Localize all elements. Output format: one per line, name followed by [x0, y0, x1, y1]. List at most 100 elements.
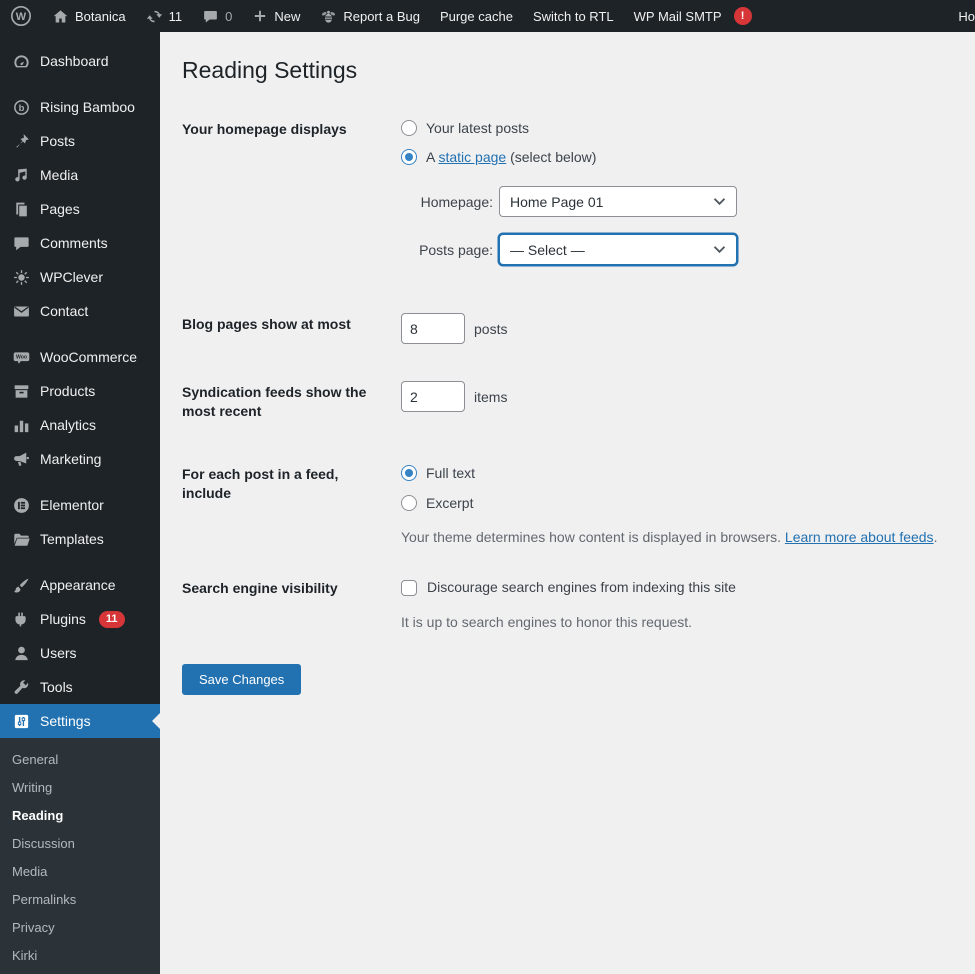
discourage-indexing-checkbox[interactable] [401, 579, 417, 596]
chevron-down-icon [713, 245, 726, 254]
submenu-item-reading[interactable]: Reading [0, 802, 160, 830]
sidebar-item-users[interactable]: Users [0, 636, 160, 670]
posts-page-select[interactable]: — Select — [499, 234, 737, 266]
howdy-label: Ho [958, 8, 975, 24]
sidebar-item-elementor[interactable]: Elementor [0, 488, 160, 522]
sidebar-item-appearance[interactable]: Appearance [0, 568, 160, 602]
static-page-link[interactable]: static page [438, 149, 506, 165]
feed-items-input[interactable] [401, 381, 465, 413]
blog-pages-label: Blog pages show at most [182, 316, 351, 333]
purge-cache-menu[interactable]: Purge cache [430, 0, 523, 32]
save-changes-button[interactable]: Save Changes [182, 664, 302, 696]
chevron-down-icon [713, 197, 726, 206]
page-title: Reading Settings [182, 57, 358, 83]
submenu-item-general[interactable]: General [0, 746, 160, 774]
admin-sidebar: Dashboard b Rising Bamboo Posts Media Pa… [0, 32, 160, 974]
search-visibility-description: It is up to search engines to honor this… [401, 613, 693, 630]
sidebar-item-label: Rising Bamboo [40, 99, 135, 115]
submenu-item-writing[interactable]: Writing [0, 774, 160, 802]
excerpt-label: Excerpt [426, 494, 474, 511]
megaphone-icon [11, 449, 31, 469]
submenu-item-permalinks[interactable]: Permalinks [0, 886, 160, 914]
site-name-label: Botanica [75, 8, 126, 24]
sidebar-item-label: Comments [40, 235, 108, 251]
submenu-item-media[interactable]: Media [0, 858, 160, 886]
elementor-icon [11, 495, 31, 515]
sidebar-item-label: Products [40, 383, 96, 399]
sidebar-item-contact[interactable]: Contact [0, 294, 160, 328]
sidebar-item-label: Tools [40, 679, 73, 695]
comments-menu[interactable]: 0 [192, 0, 242, 32]
wordpress-logo-icon: W [10, 5, 32, 27]
feed-include-label: For each post in a feed, include [182, 466, 339, 502]
site-name-menu[interactable]: Botanica [42, 0, 136, 32]
sidebar-item-label: Plugins [40, 611, 86, 627]
wrench-icon [11, 677, 31, 697]
homepage-select[interactable]: Home Page 01 [499, 186, 737, 218]
sidebar-item-label: Users [40, 645, 77, 661]
comment-bubble-icon [202, 8, 219, 25]
search-visibility-row: Search engine visibility Discourage sear… [182, 577, 953, 632]
sidebar-item-marketing[interactable]: Marketing [0, 442, 160, 476]
static-page-radio[interactable] [401, 149, 417, 166]
full-text-option[interactable]: Full text [401, 463, 953, 483]
lightbulb-icon [11, 267, 31, 287]
sidebar-item-analytics[interactable]: Analytics [0, 408, 160, 442]
submenu-item-kirki[interactable]: Kirki [0, 942, 160, 970]
search-visibility-label: Search engine visibility [182, 580, 338, 597]
sidebar-item-label: Analytics [40, 417, 97, 433]
wp-logo-menu[interactable]: W [0, 0, 42, 32]
howdy-menu[interactable]: Ho [948, 0, 975, 32]
items-suffix: items [474, 388, 508, 405]
plugins-update-badge: 11 [98, 610, 125, 628]
latest-posts-option[interactable]: Your latest posts [401, 118, 953, 138]
sidebar-item-dashboard[interactable]: Dashboard [0, 44, 160, 78]
sidebar-item-label: Contact [40, 303, 89, 319]
submenu-item-discussion[interactable]: Discussion [0, 830, 160, 858]
updates-menu[interactable]: 11 [136, 0, 193, 32]
sidebar-item-label: Posts [40, 133, 76, 149]
excerpt-option[interactable]: Excerpt [401, 493, 953, 513]
wp-mail-smtp-label: WP Mail SMTP [633, 8, 722, 24]
blog-pages-row: Blog pages show at most posts [182, 313, 953, 345]
learn-more-feeds-link[interactable]: Learn more about feeds [785, 529, 934, 545]
sidebar-item-label: WooCommerce [40, 349, 137, 365]
feed-description: Your theme determines how content is dis… [401, 528, 938, 545]
sidebar-item-rising-bamboo[interactable]: b Rising Bamboo [0, 90, 160, 124]
sidebar-item-tools[interactable]: Tools [0, 670, 160, 704]
sidebar-item-plugins[interactable]: Plugins 11 [0, 602, 160, 636]
updates-icon [146, 8, 163, 25]
discourage-indexing-option[interactable]: Discourage search engines from indexing … [401, 577, 953, 597]
new-label: New [274, 8, 301, 24]
svg-text:b: b [18, 103, 24, 114]
sidebar-item-posts[interactable]: Posts [0, 124, 160, 158]
folder-icon [11, 529, 31, 549]
posts-per-page-input[interactable] [401, 313, 465, 345]
svg-text:W: W [16, 11, 27, 23]
posts-page-select-label: Posts page: [419, 241, 493, 258]
switch-rtl-menu[interactable]: Switch to RTL [523, 0, 624, 32]
pushpin-icon [11, 131, 31, 151]
sidebar-item-comments[interactable]: Comments [0, 226, 160, 260]
sidebar-item-woocommerce[interactable]: Woo WooCommerce [0, 340, 160, 374]
box-icon [11, 381, 31, 401]
sidebar-item-pages[interactable]: Pages [0, 192, 160, 226]
full-text-radio[interactable] [401, 465, 417, 482]
excerpt-radio[interactable] [401, 494, 417, 511]
sidebar-item-templates[interactable]: Templates [0, 522, 160, 556]
new-content-menu[interactable]: New [242, 0, 310, 32]
sidebar-item-wpclever[interactable]: WPClever [0, 260, 160, 294]
submenu-item-privacy[interactable]: Privacy [0, 914, 160, 942]
media-icon [11, 165, 31, 185]
homepage-displays-label: Your homepage displays [182, 120, 347, 137]
sidebar-item-products[interactable]: Products [0, 374, 160, 408]
comment-count: 0 [225, 8, 233, 24]
latest-posts-radio[interactable] [401, 120, 417, 137]
sidebar-item-settings[interactable]: Settings [0, 704, 160, 738]
static-page-option[interactable]: A static page (select below) [401, 147, 953, 167]
report-bug-menu[interactable]: Report a Bug [310, 0, 430, 32]
wp-mail-smtp-menu[interactable]: WP Mail SMTP ! [624, 0, 762, 32]
sidebar-item-label: Appearance [40, 577, 116, 593]
homepage-select-value: Home Page 01 [510, 193, 604, 210]
sidebar-item-media[interactable]: Media [0, 158, 160, 192]
